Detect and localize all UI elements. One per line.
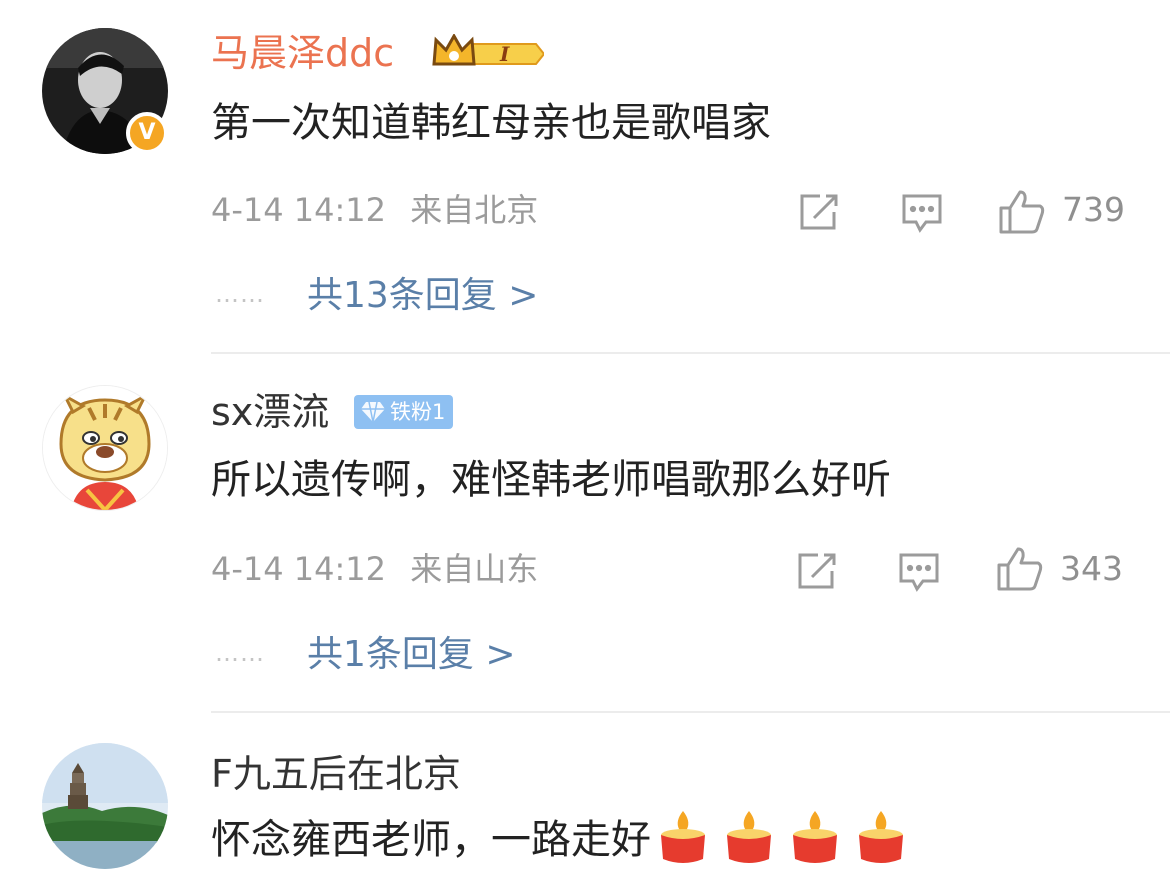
replies-dots: …… (215, 280, 265, 308)
candle-icon (661, 811, 705, 863)
comment-item: F九五后在北京 怀念雍西老师，一路走好 (0, 713, 1170, 871)
comment-meta: 4-14 14:12 来自北京 (211, 190, 538, 230)
candle-icon (859, 811, 903, 863)
comment-time: 4-14 14:12 (211, 550, 387, 588)
verified-icon: V (126, 112, 168, 154)
replies-dots: …… (215, 639, 265, 667)
divider (211, 352, 1170, 354)
comment-text: 怀念雍西老师，一路走好 (211, 817, 651, 863)
like-count: 739 (1062, 190, 1125, 229)
fan-badge[interactable]: 铁粉1 (354, 395, 454, 429)
comment-location: 来自北京 (410, 191, 539, 229)
avatar[interactable] (42, 743, 168, 869)
comment-meta: 4-14 14:12 来自山东 (211, 549, 538, 589)
comment-icon[interactable] (900, 192, 944, 236)
username[interactable]: sx漂流 (211, 389, 329, 435)
emoji-row (645, 809, 909, 867)
comment-location: 来自山东 (410, 550, 539, 588)
svg-text:I: I (499, 42, 510, 66)
view-replies-link[interactable]: 共1条回复 > (307, 633, 516, 677)
view-replies-link[interactable]: 共13条回复 > (307, 274, 538, 318)
candle-icon (727, 811, 771, 863)
username[interactable]: F九五后在北京 (211, 751, 461, 797)
like-count: 343 (1060, 549, 1123, 588)
comment-item: sx漂流 铁粉1 所以遗传啊，难怪韩老师唱歌那么好听 4-14 14:12 来自… (0, 355, 1170, 713)
comment-item: V 马晨泽ddc I 第一次知道韩红母亲也是歌唱家 4-14 14:12 来自北… (0, 0, 1170, 355)
fan-badge-label: 铁粉1 (390, 400, 446, 424)
diamond-icon (361, 401, 385, 423)
like-icon[interactable] (996, 545, 1044, 593)
like-icon[interactable] (998, 188, 1046, 236)
repost-icon[interactable] (798, 190, 842, 234)
comment-text: 第一次知道韩红母亲也是歌唱家 (211, 100, 771, 146)
candle-icon (793, 811, 837, 863)
crown-icon: I (432, 34, 544, 66)
username[interactable]: 马晨泽ddc (211, 30, 394, 76)
comment-text: 所以遗传啊，难怪韩老师唱歌那么好听 (211, 457, 891, 503)
vip-level-badge[interactable]: I (432, 34, 544, 74)
comment-time: 4-14 14:12 (211, 191, 387, 229)
avatar[interactable] (42, 385, 168, 511)
repost-icon[interactable] (796, 549, 840, 593)
comment-icon[interactable] (897, 551, 941, 595)
comment-list: V 马晨泽ddc I 第一次知道韩红母亲也是歌唱家 4-14 14:12 来自北… (0, 0, 1170, 871)
